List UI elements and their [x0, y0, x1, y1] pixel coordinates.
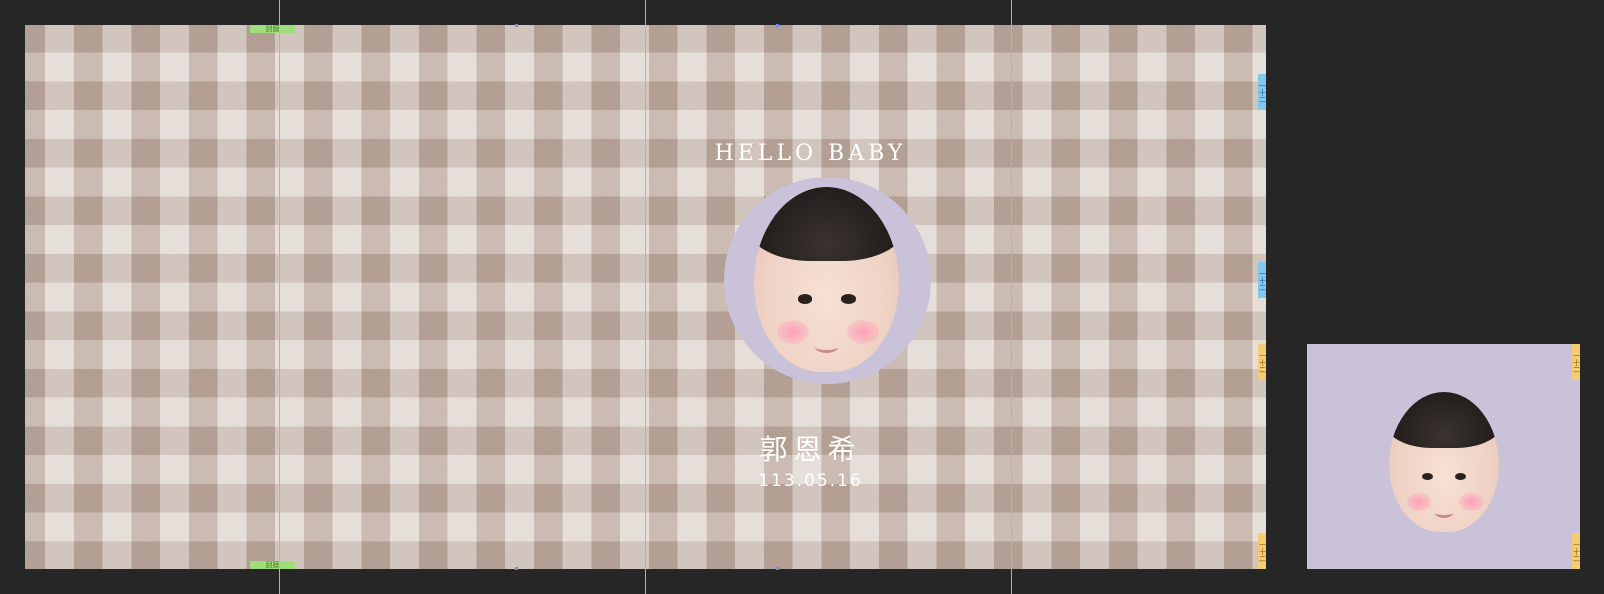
left-blush [1406, 492, 1431, 511]
right-eye [1455, 473, 1466, 481]
guide-tab-right-4[interactable]: 一十二 [1258, 533, 1267, 569]
guide-tab-top[interactable]: 刮膜 [250, 25, 295, 33]
guide-tab-right-1[interactable]: 一十二 [1258, 74, 1267, 110]
right-blush [1459, 492, 1484, 511]
left-eye [1422, 473, 1433, 481]
guide-tab-right-2[interactable]: 一十二 [1258, 262, 1267, 298]
guide-tab-bottom[interactable]: 刮膜 [250, 561, 295, 569]
guide-tab-side-2[interactable]: 一十二 [1572, 533, 1581, 569]
secondary-artboard[interactable] [1307, 344, 1580, 569]
baby-face-photo-icon[interactable] [1389, 392, 1499, 532]
mouth [1435, 508, 1453, 519]
vertical-guide[interactable] [645, 0, 646, 594]
vertical-guide[interactable] [279, 0, 280, 594]
anchor-mark [776, 567, 779, 570]
hair-shape [1389, 392, 1499, 448]
guide-tab-side-1[interactable]: 一十二 [1572, 344, 1581, 380]
baby-face-photo-icon[interactable] [754, 187, 899, 372]
hair-shape [754, 187, 899, 261]
right-eye [841, 294, 856, 304]
anchor-mark [776, 24, 779, 27]
right-blush [846, 320, 879, 345]
left-eye [797, 294, 812, 304]
guide-tab-right-3[interactable]: 一十二 [1258, 344, 1267, 380]
vertical-guide[interactable] [1011, 0, 1012, 594]
anchor-mark [515, 567, 518, 570]
mouth [814, 341, 839, 353]
left-blush [777, 320, 810, 345]
anchor-mark [515, 24, 518, 27]
avatar-circle[interactable] [724, 177, 931, 384]
